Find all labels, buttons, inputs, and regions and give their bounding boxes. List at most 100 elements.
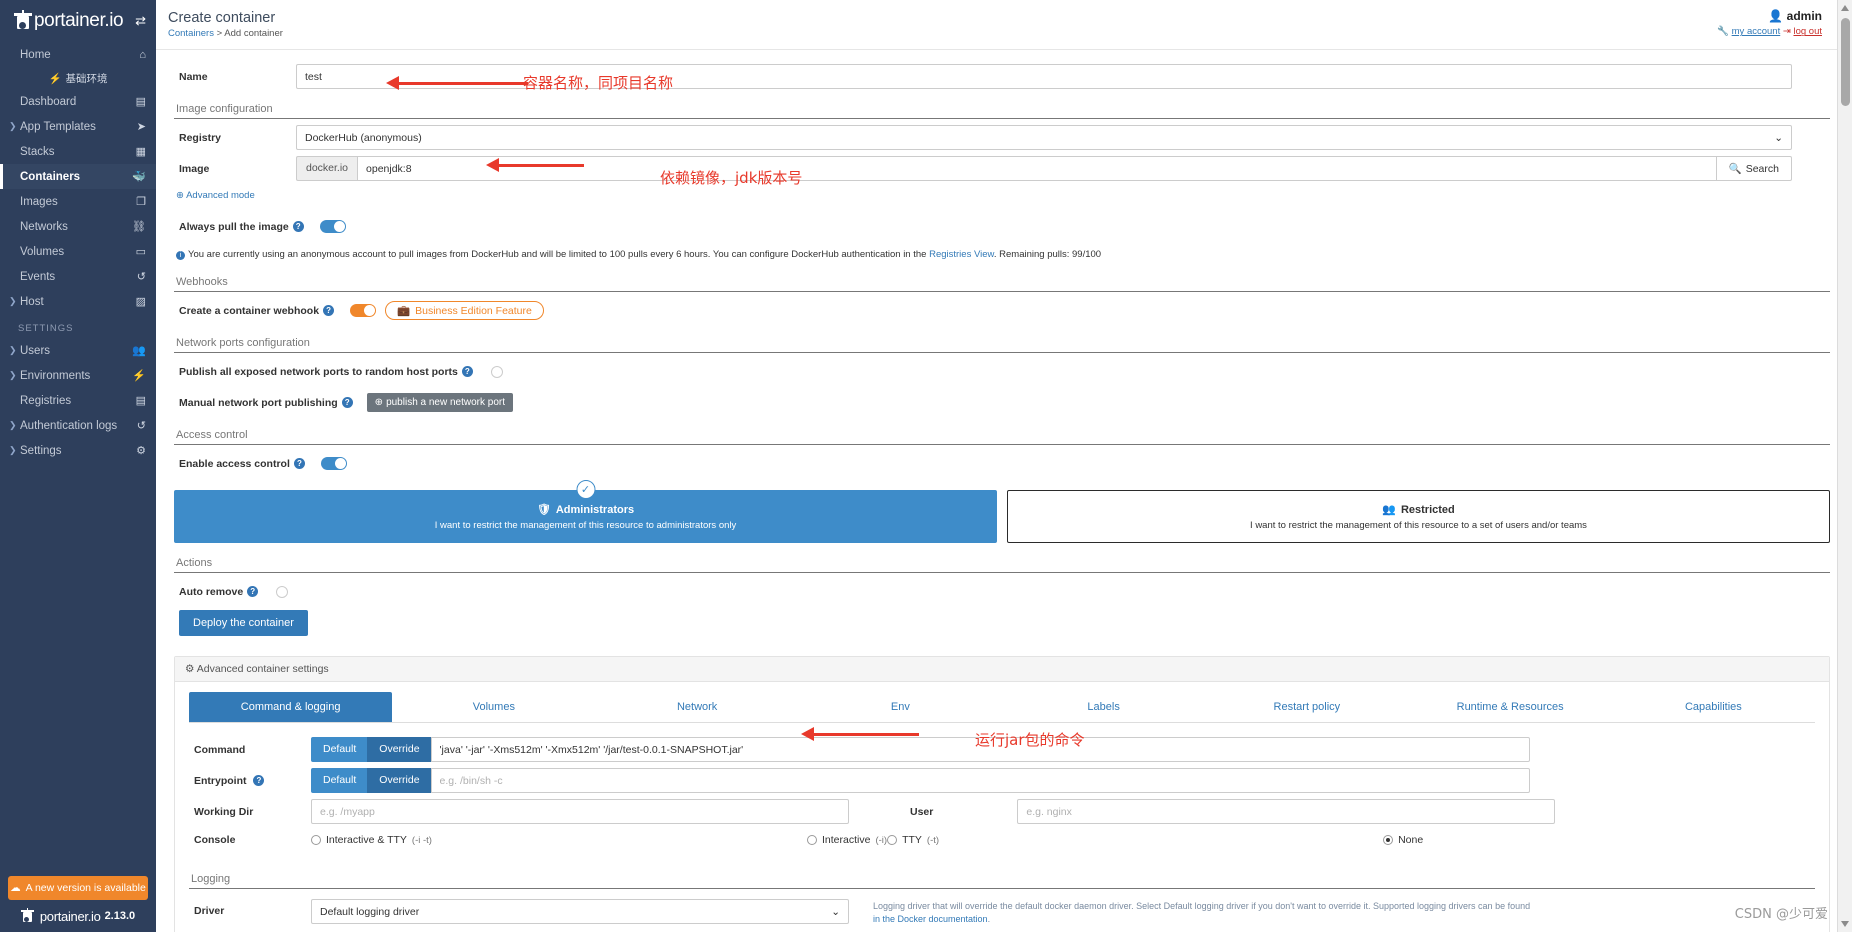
command-input[interactable]	[431, 737, 1530, 762]
watermark: CSDN @少可爱	[1735, 903, 1828, 922]
version-row: portainer.io 2.13.0	[0, 908, 156, 932]
breadcrumb-containers[interactable]: Containers	[168, 28, 214, 39]
sidebar-toggle-icon[interactable]: ⇄	[135, 13, 146, 29]
scroll-down-arrow-icon[interactable]	[1841, 921, 1849, 927]
help-icon[interactable]: ?	[323, 305, 334, 316]
sidebar-item-label: Networks	[20, 221, 132, 233]
help-icon[interactable]: ?	[253, 775, 264, 786]
help-icon[interactable]: ?	[294, 458, 305, 469]
chevron-right-icon: ❯	[9, 121, 20, 132]
sidebar-item-authentication-logs[interactable]: ❯ Authentication logs ↺	[0, 413, 156, 438]
acl-admin-desc: I want to restrict the management of thi…	[181, 520, 990, 531]
vertical-scrollbar[interactable]	[1837, 0, 1852, 932]
sidebar-environment[interactable]: ⚡ 基础环境	[0, 67, 156, 89]
sidebar-item-label: Registries	[20, 395, 136, 407]
sidebar-item-networks[interactable]: Networks ⛓	[0, 214, 156, 239]
image-name-input[interactable]	[357, 156, 1717, 181]
sidebar-item-images[interactable]: Images ❐	[0, 189, 156, 214]
manual-publish-label: Manual network port publishing	[174, 397, 338, 409]
tab-network[interactable]: Network	[596, 692, 799, 722]
console-option-none[interactable]: None	[1383, 834, 1423, 846]
version-number: 2.13.0	[105, 910, 136, 922]
deploy-container-button[interactable]: Deploy the container	[179, 610, 308, 636]
publish-all-label: Publish all exposed network ports to ran…	[174, 366, 458, 378]
logging-driver-select[interactable]: Default logging driver ⌄	[311, 899, 849, 924]
container-name-input[interactable]	[296, 64, 1792, 89]
tab-labels[interactable]: Labels	[1002, 692, 1205, 722]
working-dir-input[interactable]	[311, 799, 849, 824]
tab-volumes[interactable]: Volumes	[392, 692, 595, 722]
enable-access-toggle[interactable]	[321, 457, 347, 470]
row-webhook: Create a container webhook ? 💼 Business …	[174, 298, 1830, 323]
sidebar-item-volumes[interactable]: Volumes ▭	[0, 239, 156, 264]
breadcrumb-separator: >	[217, 28, 223, 39]
radio-icon	[311, 835, 321, 845]
command-default-button[interactable]: Default	[311, 737, 367, 762]
help-icon[interactable]: ?	[247, 586, 258, 597]
help-icon[interactable]: ?	[293, 221, 304, 232]
docker-documentation-link[interactable]: in the Docker documentation	[873, 914, 988, 924]
sidebar-item-containers[interactable]: Containers 🐳	[0, 164, 156, 189]
chevron-down-icon: ⌄	[831, 906, 840, 918]
sidebar-item-events[interactable]: Events ↺	[0, 264, 156, 289]
name-label: Name	[174, 71, 296, 83]
network-ports-title: Network ports configuration	[174, 333, 1830, 353]
acl-option-administrators[interactable]: ✓ 🛡 Administrators I want to restrict th…	[174, 490, 997, 543]
my-account-link[interactable]: my account	[1732, 26, 1781, 37]
command-override-button[interactable]: Override	[367, 737, 430, 762]
entrypoint-override-button[interactable]: Override	[367, 768, 430, 793]
sidebar-item-home[interactable]: Home ⌂	[0, 42, 156, 67]
log-out-link[interactable]: log out	[1793, 26, 1822, 37]
image-search-button[interactable]: 🔍 Search	[1717, 156, 1792, 181]
row-registry: Registry DockerHub (anonymous) ⌄	[174, 125, 1830, 150]
advanced-mode-toggle[interactable]: ⊕ Advanced mode	[174, 187, 1830, 201]
sidebar-item-app-templates[interactable]: ❯ App Templates ➤	[0, 114, 156, 139]
sidebar-item-host[interactable]: ❯ Host ▨	[0, 289, 156, 314]
tab-env[interactable]: Env	[799, 692, 1002, 722]
publish-new-port-button[interactable]: ⊕ publish a new network port	[367, 393, 513, 412]
scrollbar-thumb[interactable]	[1841, 18, 1850, 106]
always-pull-toggle[interactable]	[320, 220, 346, 233]
tab-restart-policy[interactable]: Restart policy	[1205, 692, 1408, 722]
webhook-toggle[interactable]	[350, 304, 376, 317]
help-icon[interactable]: ?	[462, 366, 473, 377]
console-option-interactive-tty[interactable]: Interactive & TTY (-i -t)	[311, 834, 807, 846]
help-icon[interactable]: ?	[342, 397, 353, 408]
console-option-flags: (-i -t)	[412, 835, 432, 846]
tab-capabilities[interactable]: Capabilities	[1612, 692, 1815, 722]
advanced-settings-header[interactable]: ⚙ Advanced container settings	[175, 657, 1829, 682]
sidebar-footer: ☁ A new version is available portainer.i…	[0, 876, 156, 932]
business-edition-badge[interactable]: 💼 Business Edition Feature	[385, 301, 544, 320]
sidebar-item-settings[interactable]: ❯ Settings ⚙	[0, 438, 156, 463]
publish-all-toggle[interactable]	[491, 366, 503, 378]
tab-command-and-logging[interactable]: Command & logging	[189, 692, 392, 722]
console-option-tty[interactable]: TTY (-t)	[887, 834, 1383, 846]
sidebar-item-registries[interactable]: Registries ▤	[0, 388, 156, 413]
sidebar-item-environments[interactable]: ❯ Environments ⚡	[0, 363, 156, 388]
entrypoint-default-button[interactable]: Default	[311, 768, 367, 793]
chevron-right-icon: ❯	[9, 445, 20, 456]
image-registry-prefix: docker.io	[296, 156, 357, 181]
webhook-label: Create a container webhook	[174, 305, 319, 317]
acl-option-restricted[interactable]: 👥 Restricted I want to restrict the mana…	[1007, 490, 1830, 543]
chevron-right-icon: ❯	[9, 420, 20, 431]
sidebar-item-users[interactable]: ❯ Users 👥	[0, 338, 156, 363]
user-input[interactable]	[1017, 799, 1555, 824]
sidebar-logo[interactable]: portainer.io ⇄	[0, 0, 156, 42]
registries-view-link[interactable]: Registries View	[929, 249, 994, 260]
auto-remove-toggle[interactable]	[276, 586, 288, 598]
console-option-interactive[interactable]: Interactive (-i)	[807, 834, 887, 846]
new-version-banner[interactable]: ☁ A new version is available	[8, 876, 148, 900]
scroll-up-arrow-icon[interactable]	[1841, 5, 1849, 11]
registry-select[interactable]: DockerHub (anonymous) ⌄	[296, 125, 1792, 150]
sidebar-item-label: Volumes	[20, 246, 136, 258]
sidebar-item-dashboard[interactable]: Dashboard ▤	[0, 89, 156, 114]
breadcrumb: Containers > Add container	[168, 28, 1852, 39]
main-area: Create container Containers > Add contai…	[156, 0, 1852, 932]
sidebar-item-label: Host	[20, 296, 136, 308]
sidebar-item-stacks[interactable]: Stacks ▦	[0, 139, 156, 164]
images-icon: ❐	[136, 195, 146, 208]
advanced-mode-label: Advanced mode	[186, 190, 255, 201]
tab-runtime-and-resources[interactable]: Runtime & Resources	[1409, 692, 1612, 722]
entrypoint-input[interactable]	[431, 768, 1530, 793]
